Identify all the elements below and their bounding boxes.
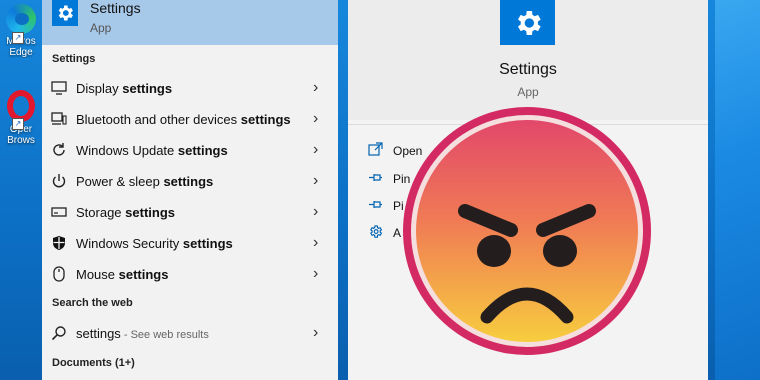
angry-face-emoji bbox=[403, 107, 651, 355]
refresh-icon bbox=[50, 141, 68, 159]
result-label-match: settings bbox=[118, 267, 169, 282]
chevron-right-icon: › bbox=[313, 203, 319, 220]
result-label-text: Storage bbox=[76, 205, 126, 220]
settings-result-label: Storage settings bbox=[76, 205, 175, 220]
mouse-icon bbox=[50, 265, 68, 283]
app-detail-title: Settings bbox=[499, 61, 557, 78]
chevron-right-icon: › bbox=[313, 172, 319, 189]
search-icon bbox=[50, 324, 68, 342]
best-match-settings[interactable]: Settings App bbox=[42, 0, 338, 45]
edge-icon bbox=[6, 4, 36, 34]
chevron-right-icon: › bbox=[313, 110, 319, 127]
chevron-right-icon: › bbox=[313, 324, 319, 341]
result-label-text: Mouse bbox=[76, 267, 119, 282]
pin-icon bbox=[368, 170, 384, 186]
settings-result-label: Bluetooth and other devices settings bbox=[76, 112, 291, 127]
web-search-item[interactable]: settings - See web results › bbox=[42, 318, 338, 349]
settings-result-label: Windows Update settings bbox=[76, 143, 228, 158]
result-label-match: settings bbox=[122, 81, 173, 96]
pin-icon bbox=[368, 197, 384, 213]
settings-result-label: Windows Security settings bbox=[76, 236, 233, 251]
result-label-match: settings bbox=[177, 143, 228, 158]
storage-icon bbox=[50, 203, 68, 221]
web-results-hint: - See web results bbox=[120, 329, 209, 341]
settings-result-item[interactable]: Mouse settings › bbox=[42, 259, 338, 290]
desktop-icon-edge[interactable]: Micros Edge bbox=[0, 0, 42, 58]
open-icon bbox=[368, 142, 384, 158]
chevron-right-icon: › bbox=[313, 141, 319, 158]
shortcut-arrow-icon: ↗ bbox=[12, 118, 24, 130]
settings-result-item[interactable]: Windows Security settings › bbox=[42, 228, 338, 259]
settings-result-item[interactable]: Display settings › bbox=[42, 73, 338, 104]
settings-result-label: Display settings bbox=[76, 81, 172, 96]
app-detail-type: App bbox=[517, 85, 539, 99]
search-results-panel: Settings App Settings Display settings › B… bbox=[42, 0, 338, 380]
section-header-web: Search the web bbox=[52, 297, 133, 309]
monitor-icon bbox=[50, 79, 68, 97]
gear-icon bbox=[500, 0, 555, 45]
result-label-text: Bluetooth and other devices bbox=[76, 112, 241, 127]
result-label-text: Windows Update bbox=[76, 143, 178, 158]
desktop-icon-label: Brows bbox=[7, 135, 35, 146]
desktop-icon-opera[interactable]: Oper Brows bbox=[0, 88, 42, 146]
result-label-text: Display bbox=[76, 81, 123, 96]
settings-result-label: Mouse settings bbox=[76, 267, 168, 282]
shield-icon bbox=[50, 234, 68, 252]
result-label-text: Power & sleep bbox=[76, 174, 164, 189]
chevron-right-icon: › bbox=[313, 234, 319, 251]
web-query-text: settings bbox=[76, 326, 121, 341]
section-header-documents[interactable]: Documents (1+) bbox=[52, 357, 135, 369]
section-header-settings: Settings bbox=[52, 53, 96, 65]
result-label-match: settings bbox=[182, 236, 233, 251]
settings-result-item[interactable]: Power & sleep settings › bbox=[42, 166, 338, 197]
power-icon bbox=[50, 172, 68, 190]
result-label-text: Windows Security bbox=[76, 236, 183, 251]
result-label-match: settings bbox=[125, 205, 175, 220]
chevron-right-icon: › bbox=[313, 265, 319, 282]
desktop-icon-label: Edge bbox=[9, 47, 33, 58]
settings-result-label: Power & sleep settings bbox=[76, 174, 213, 189]
settings-result-item[interactable]: Windows Update settings › bbox=[42, 135, 338, 166]
shortcut-arrow-icon: ↗ bbox=[12, 32, 24, 44]
chevron-right-icon: › bbox=[313, 79, 319, 96]
gear-icon bbox=[368, 224, 384, 240]
desktop-wallpaper-edge bbox=[715, 0, 760, 380]
gear-icon bbox=[52, 0, 78, 26]
settings-result-item[interactable]: Bluetooth and other devices settings › bbox=[42, 104, 338, 135]
settings-result-item[interactable]: Storage settings › bbox=[42, 197, 338, 228]
best-match-subtitle: App bbox=[90, 21, 112, 35]
devices-icon bbox=[50, 110, 68, 128]
best-match-title: Settings bbox=[90, 0, 141, 16]
result-label-match: settings bbox=[240, 112, 291, 127]
result-label-match: settings bbox=[163, 174, 214, 189]
